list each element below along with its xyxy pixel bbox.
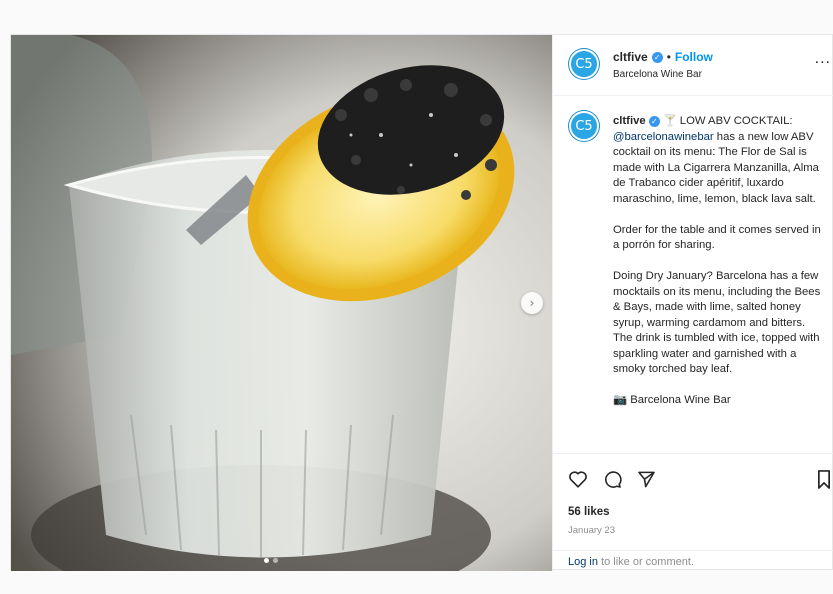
caption-paragraph: 📷 Barcelona Wine Bar (613, 394, 731, 406)
next-photo-button[interactable]: › (521, 292, 543, 314)
instagram-post: › C5 cltfive ✓ • Follow Barcelona Wine B… (10, 34, 833, 571)
bookmark-icon[interactable] (813, 468, 833, 490)
location-link[interactable]: Barcelona Wine Bar (613, 69, 702, 80)
avatar[interactable]: C5 (569, 49, 599, 79)
cocktail-photo (11, 35, 552, 571)
action-icons (567, 468, 657, 490)
login-link[interactable]: Log in (568, 556, 598, 568)
verified-icon: ✓ (648, 116, 660, 128)
post-photo: › (11, 35, 552, 571)
caption-text: cltfive ✓ 🍸 LOW ABV COCKTAIL: @barcelona… (613, 113, 827, 424)
caption-avatar[interactable]: C5 (569, 111, 599, 141)
caption-area: C5 cltfive ✓ 🍸 LOW ABV COCKTAIL: @barcel… (553, 97, 833, 453)
login-prompt: Log in to like or comment. (568, 556, 694, 568)
caption-paragraph: Order for the table and it comes served … (613, 223, 821, 252)
username-link[interactable]: cltfive (613, 50, 648, 64)
carousel-dot (273, 558, 278, 563)
carousel-dots (264, 558, 278, 563)
post-header: C5 cltfive ✓ • Follow Barcelona Wine Bar… (553, 35, 833, 96)
follow-button[interactable]: Follow (675, 50, 713, 64)
verified-icon: ✓ (651, 51, 663, 63)
comment-icon[interactable] (601, 468, 623, 490)
mention-link[interactable]: @barcelonawinebar (613, 131, 714, 143)
carousel-dot (264, 558, 269, 563)
more-options-icon[interactable]: ... (815, 50, 831, 68)
caption-paragraph: Doing Dry January? Barcelona has a few m… (613, 270, 821, 375)
page-frame: › C5 cltfive ✓ • Follow Barcelona Wine B… (0, 0, 833, 594)
caption-username[interactable]: cltfive (613, 115, 646, 127)
share-icon[interactable] (635, 468, 657, 490)
chevron-right-icon: › (529, 296, 535, 310)
login-prompt-text: to like or comment. (597, 556, 694, 568)
caption-paragraph: cltfive ✓ 🍸 LOW ABV COCKTAIL: @barcelona… (613, 113, 827, 207)
login-bar: Log in to like or comment. (553, 550, 833, 572)
caption-heading: LOW ABV COCKTAIL: (679, 115, 793, 127)
post-side-panel: C5 cltfive ✓ • Follow Barcelona Wine Bar… (552, 35, 833, 571)
post-date[interactable]: January 23 (568, 525, 615, 536)
heart-icon[interactable] (567, 468, 589, 490)
likes-count[interactable]: 56 likes (568, 506, 610, 518)
action-bar: 56 likes January 23 Log in to like or co… (553, 453, 833, 571)
cocktail-emoji-icon: 🍸 (662, 114, 677, 127)
separator-dot: • (666, 50, 671, 64)
post-author: cltfive ✓ • Follow (613, 50, 713, 64)
